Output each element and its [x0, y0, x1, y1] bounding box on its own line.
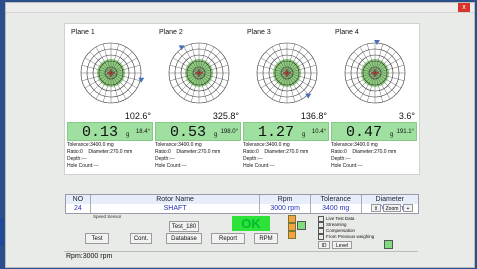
settings-icon[interactable]	[288, 215, 296, 223]
zoom-in-icon[interactable]: +	[403, 204, 413, 212]
tolerance-text: Tolerance:3400.0 mg	[331, 142, 378, 148]
plane-value: 1.27	[258, 124, 295, 141]
plane-info: Tolerance:3400.0 mg Ratio:0 Diameter:270…	[331, 142, 396, 170]
plane-reading-angle: 18.4°	[135, 129, 150, 135]
polar-plot	[344, 40, 406, 104]
ratio-text: Ratio:0	[331, 149, 347, 155]
col-rotor-name: Rotor Name	[91, 195, 261, 204]
plane-unit: g	[126, 132, 130, 138]
taskbar-edge	[0, 218, 4, 246]
cont-button[interactable]: Cont.	[130, 233, 152, 244]
rotor-table: NO Rotor Name Rpm Tolerance Diameter 24 …	[65, 194, 419, 214]
holecount-text: Hole Count:---	[243, 163, 275, 169]
plane-reading-angle: 10.4°	[311, 129, 326, 135]
holecount-text: Hole Count:---	[155, 163, 187, 169]
col-tolerance: Tolerance	[311, 195, 362, 204]
col-diameter: Diameter	[375, 196, 404, 203]
speed-sensor-label: Speed Sensor	[93, 214, 122, 219]
settings-icon[interactable]	[288, 223, 296, 231]
diameter-text: Diameter:270.0 mm	[352, 149, 397, 155]
title-bar: x	[6, 3, 474, 13]
polar-plot	[168, 42, 230, 104]
ratio-text: Ratio:0	[155, 149, 171, 155]
indicator-box	[297, 221, 306, 230]
plane-angle: 325.8°	[212, 111, 239, 121]
database-button[interactable]: Database	[166, 233, 202, 244]
plane-3: Plane 3 136.8° 1.27 g 10.4° Tolerance:34…	[243, 24, 329, 174]
status-separator	[64, 251, 418, 252]
plane-info: Tolerance:3400.0 mg Ratio:0 Diameter:270…	[155, 142, 220, 170]
plane-value: 0.47	[346, 124, 383, 141]
plane-2: Plane 2 325.8° 0.53 g 198.0° Tolerance:3…	[155, 24, 241, 174]
rpm-button[interactable]: RPM	[254, 233, 278, 244]
depth-text: Depth:---	[331, 156, 351, 162]
plane-title: Plane 3	[247, 29, 271, 36]
unbalance-marker	[138, 77, 145, 83]
col-rpm: Rpm	[260, 195, 311, 204]
plane-title: Plane 1	[71, 29, 95, 36]
polar-plot	[256, 42, 318, 104]
table-row[interactable]: 24 SHAFT 3000 rpm 3400 mg 270.0 mm	[66, 204, 418, 213]
nav-icon[interactable]: ⇕	[371, 204, 381, 212]
tolerance-text: Tolerance:3400.0 mg	[67, 142, 114, 148]
depth-text: Depth:---	[67, 156, 87, 162]
rpm-status: Rpm:3000 rpm	[66, 253, 113, 260]
plane-reading-angle: 191.1°	[396, 129, 414, 135]
settings-icon[interactable]	[288, 231, 296, 239]
status-indicator	[384, 240, 393, 249]
desktop-background: x Plane 1 102.6° 0.13 g 18.4° Tolerance:…	[0, 0, 477, 269]
report-button[interactable]: Report	[211, 233, 245, 244]
plane-readout: 0.13 g 18.4°	[67, 122, 153, 141]
plane-4: Plane 4 3.6° 0.47 g 191.1° Tolerance:340…	[331, 24, 417, 174]
balancing-window: x Plane 1 102.6° 0.13 g 18.4° Tolerance:…	[5, 2, 475, 268]
plane-readout: 0.47 g 191.1°	[331, 122, 417, 141]
planes-panel: Plane 1 102.6° 0.13 g 18.4° Tolerance:34…	[64, 23, 420, 175]
plane-readout: 0.53 g 198.0°	[155, 122, 241, 141]
diameter-text: Diameter:270.0 mm	[88, 149, 133, 155]
plane-reading-angle: 198.0°	[220, 129, 238, 135]
diameter-text: Diameter:270.0 mm	[264, 149, 309, 155]
level-button[interactable]: Level	[332, 241, 352, 249]
test180-button[interactable]: Test_180	[169, 221, 199, 232]
plane-info: Tolerance:3400.0 mg Ratio:0 Diameter:270…	[243, 142, 308, 170]
tolerance-text: Tolerance:3400.0 mg	[243, 142, 290, 148]
depth-text: Depth:---	[243, 156, 263, 162]
holecount-text: Hole Count:---	[331, 163, 363, 169]
cell-no: 24	[66, 204, 91, 213]
plane-readout: 1.27 g 10.4°	[243, 122, 329, 141]
ok-indicator: OK	[232, 216, 270, 231]
depth-text: Depth:---	[155, 156, 175, 162]
plane-angle: 102.6°	[124, 111, 151, 121]
plane-title: Plane 2	[159, 29, 183, 36]
plane-unit: g	[302, 132, 306, 138]
table-header: NO Rotor Name Rpm Tolerance Diameter	[66, 195, 418, 204]
plane-value: 0.13	[82, 124, 119, 141]
option-previous[interactable]: From Previous weighing	[318, 234, 374, 240]
polar-plot	[80, 42, 145, 104]
close-button[interactable]: x	[458, 3, 470, 12]
ratio-text: Ratio:0	[243, 149, 259, 155]
plane-title: Plane 4	[335, 29, 359, 36]
plane-value: 0.53	[170, 124, 207, 141]
plane-angle: 136.8°	[300, 111, 327, 121]
col-no: NO	[66, 195, 91, 204]
plane-angle: 3.6°	[398, 111, 415, 121]
plane-info: Tolerance:3400.0 mg Ratio:0 Diameter:270…	[67, 142, 132, 170]
plane-unit: g	[214, 132, 218, 138]
id-button[interactable]: ID	[318, 241, 330, 249]
plane-1: Plane 1 102.6° 0.13 g 18.4° Tolerance:34…	[67, 24, 153, 174]
plane-unit: g	[390, 132, 394, 138]
diameter-text: Diameter:270.0 mm	[176, 149, 221, 155]
test-button[interactable]: Test	[85, 233, 109, 244]
zoom-button[interactable]: Zoom	[383, 204, 401, 212]
cell-tolerance: 3400 mg	[311, 204, 362, 213]
ratio-text: Ratio:0	[67, 149, 83, 155]
cell-rpm: 3000 rpm	[260, 204, 311, 213]
tolerance-text: Tolerance:3400.0 mg	[155, 142, 202, 148]
holecount-text: Hole Count:---	[67, 163, 99, 169]
unbalance-marker	[178, 45, 185, 51]
cell-rotor-name: SHAFT	[91, 204, 261, 213]
